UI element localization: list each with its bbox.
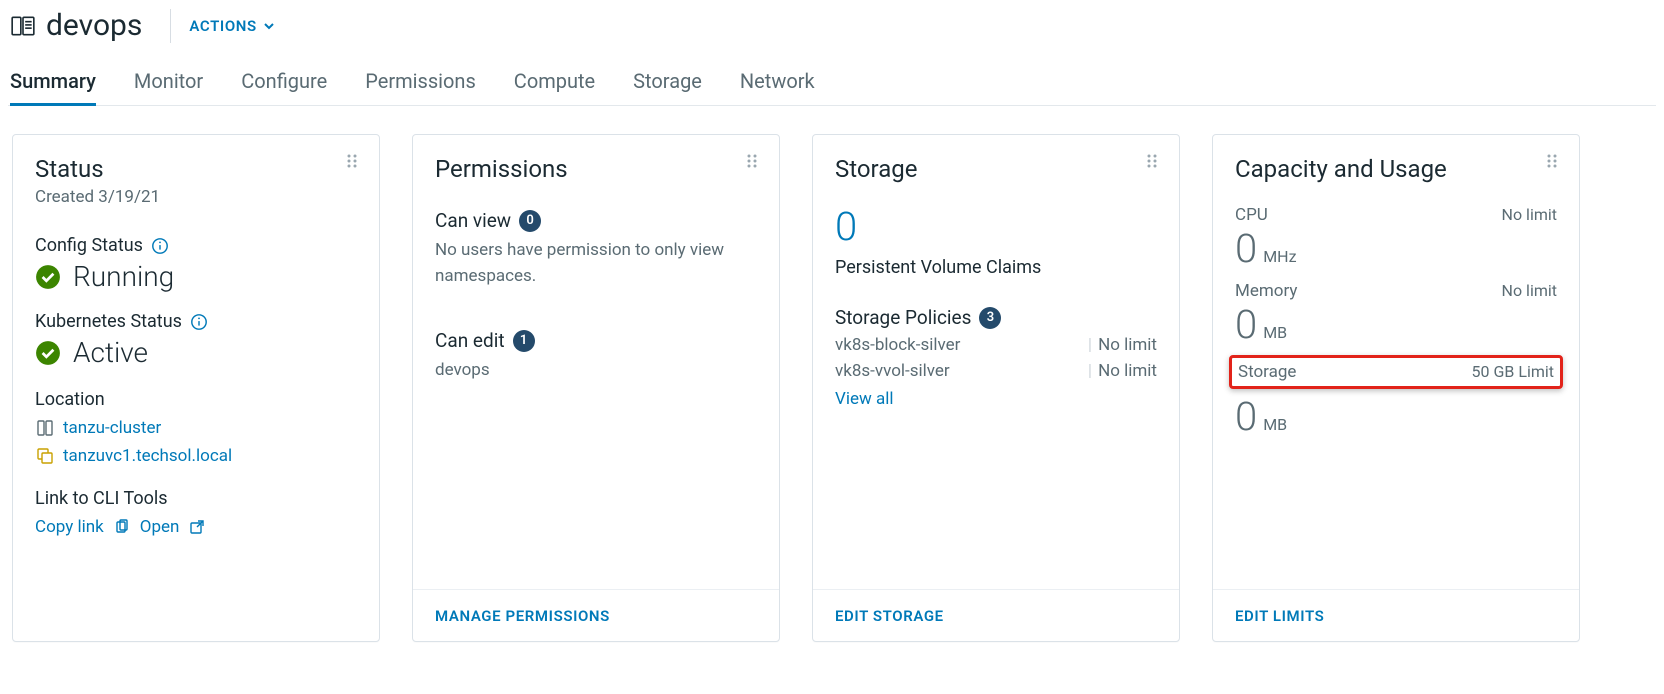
edit-limits-button[interactable]: EDIT LIMITS [1235,607,1324,625]
memory-label: Memory [1235,281,1297,301]
view-all-link[interactable]: View all [835,389,893,409]
storage-label: Storage [1238,362,1296,382]
drag-handle-icon[interactable] [1145,153,1161,169]
capacity-card: Capacity and Usage CPU No limit 0 MHz Me… [1212,134,1580,642]
cluster-icon [35,418,55,438]
memory-limit: No limit [1502,281,1557,300]
page-header: devops ACTIONS [8,4,1656,55]
manage-permissions-button[interactable]: MANAGE PERMISSIONS [435,607,610,625]
can-view-desc: No users have permission to only view na… [435,238,757,289]
vcenter-icon [35,446,55,466]
cards-row: Status Created 3/19/21 Config Status Run… [8,106,1656,670]
tab-compute[interactable]: Compute [514,69,595,105]
pvc-label: Persistent Volume Claims [835,257,1157,278]
k8s-status-label: Kubernetes Status [35,311,182,332]
cpu-limit: No limit [1502,205,1557,224]
can-edit-user: devops [435,358,757,384]
tab-permissions[interactable]: Permissions [365,69,476,105]
cli-tools-label: Link to CLI Tools [35,488,357,509]
tab-network[interactable]: Network [740,69,815,105]
location-label: Location [35,389,357,410]
can-edit-count-badge: 1 [513,330,535,352]
capacity-card-title: Capacity and Usage [1235,155,1557,183]
namespace-icon [10,13,36,39]
edit-storage-button[interactable]: EDIT STORAGE [835,607,944,625]
tab-storage[interactable]: Storage [633,69,702,105]
success-icon [35,340,61,366]
permissions-card: Permissions Can view 0 No users have per… [412,134,780,642]
status-card: Status Created 3/19/21 Config Status Run… [12,134,380,642]
pvc-count: 0 [835,207,1157,247]
storage-policy-row: vk8s-block-silver |No limit [835,335,1157,355]
storage-card: Storage 0 Persistent Volume Claims Stora… [812,134,1180,642]
status-created: Created 3/19/21 [35,187,357,207]
storage-card-title: Storage [835,155,1157,183]
drag-handle-icon[interactable] [745,153,761,169]
drag-handle-icon[interactable] [345,153,361,169]
success-icon [35,264,61,290]
policy-name: vk8s-block-silver [835,335,960,355]
chevron-down-icon [263,20,275,32]
cluster-link[interactable]: tanzu-cluster [63,418,161,438]
memory-unit: MB [1263,323,1287,342]
cpu-value: 0 [1235,229,1257,269]
config-status-label: Config Status [35,235,143,256]
permissions-card-title: Permissions [435,155,757,183]
tab-bar: Summary Monitor Configure Permissions Co… [8,55,1656,106]
copy-icon[interactable] [114,519,130,535]
external-link-icon[interactable] [189,519,205,535]
open-link-button[interactable]: Open [140,517,180,537]
policy-limit: No limit [1098,335,1157,355]
vcenter-link[interactable]: tanzuvc1.techsol.local [63,446,232,466]
memory-value: 0 [1235,305,1257,345]
storage-policies-label: Storage Policies [835,306,971,329]
storage-unit: MB [1263,415,1287,434]
header-divider [170,9,171,43]
namespace-name: devops [46,8,142,43]
storage-limit: 50 GB Limit [1472,362,1554,381]
can-view-label: Can view [435,209,511,232]
tab-configure[interactable]: Configure [241,69,327,105]
tab-monitor[interactable]: Monitor [134,69,203,105]
policy-name: vk8s-vvol-silver [835,361,950,381]
status-card-title: Status [35,155,357,183]
can-view-count-badge: 0 [519,210,541,232]
config-status-value: Running [73,260,174,293]
policy-limit: No limit [1098,361,1157,381]
cpu-unit: MHz [1263,247,1296,266]
storage-highlight-box: Storage 50 GB Limit [1229,355,1563,389]
actions-label: ACTIONS [189,17,256,35]
page-title: devops [10,8,142,43]
copy-link-button[interactable]: Copy link [35,517,104,537]
tab-summary[interactable]: Summary [10,69,96,106]
storage-value: 0 [1235,397,1257,437]
info-icon[interactable] [190,313,208,331]
drag-handle-icon[interactable] [1545,153,1561,169]
can-edit-label: Can edit [435,329,505,352]
info-icon[interactable] [151,237,169,255]
actions-dropdown[interactable]: ACTIONS [189,17,274,35]
cpu-label: CPU [1235,205,1268,225]
storage-policy-row: vk8s-vvol-silver |No limit [835,361,1157,381]
storage-policies-count-badge: 3 [979,307,1001,329]
k8s-status-value: Active [73,336,148,369]
